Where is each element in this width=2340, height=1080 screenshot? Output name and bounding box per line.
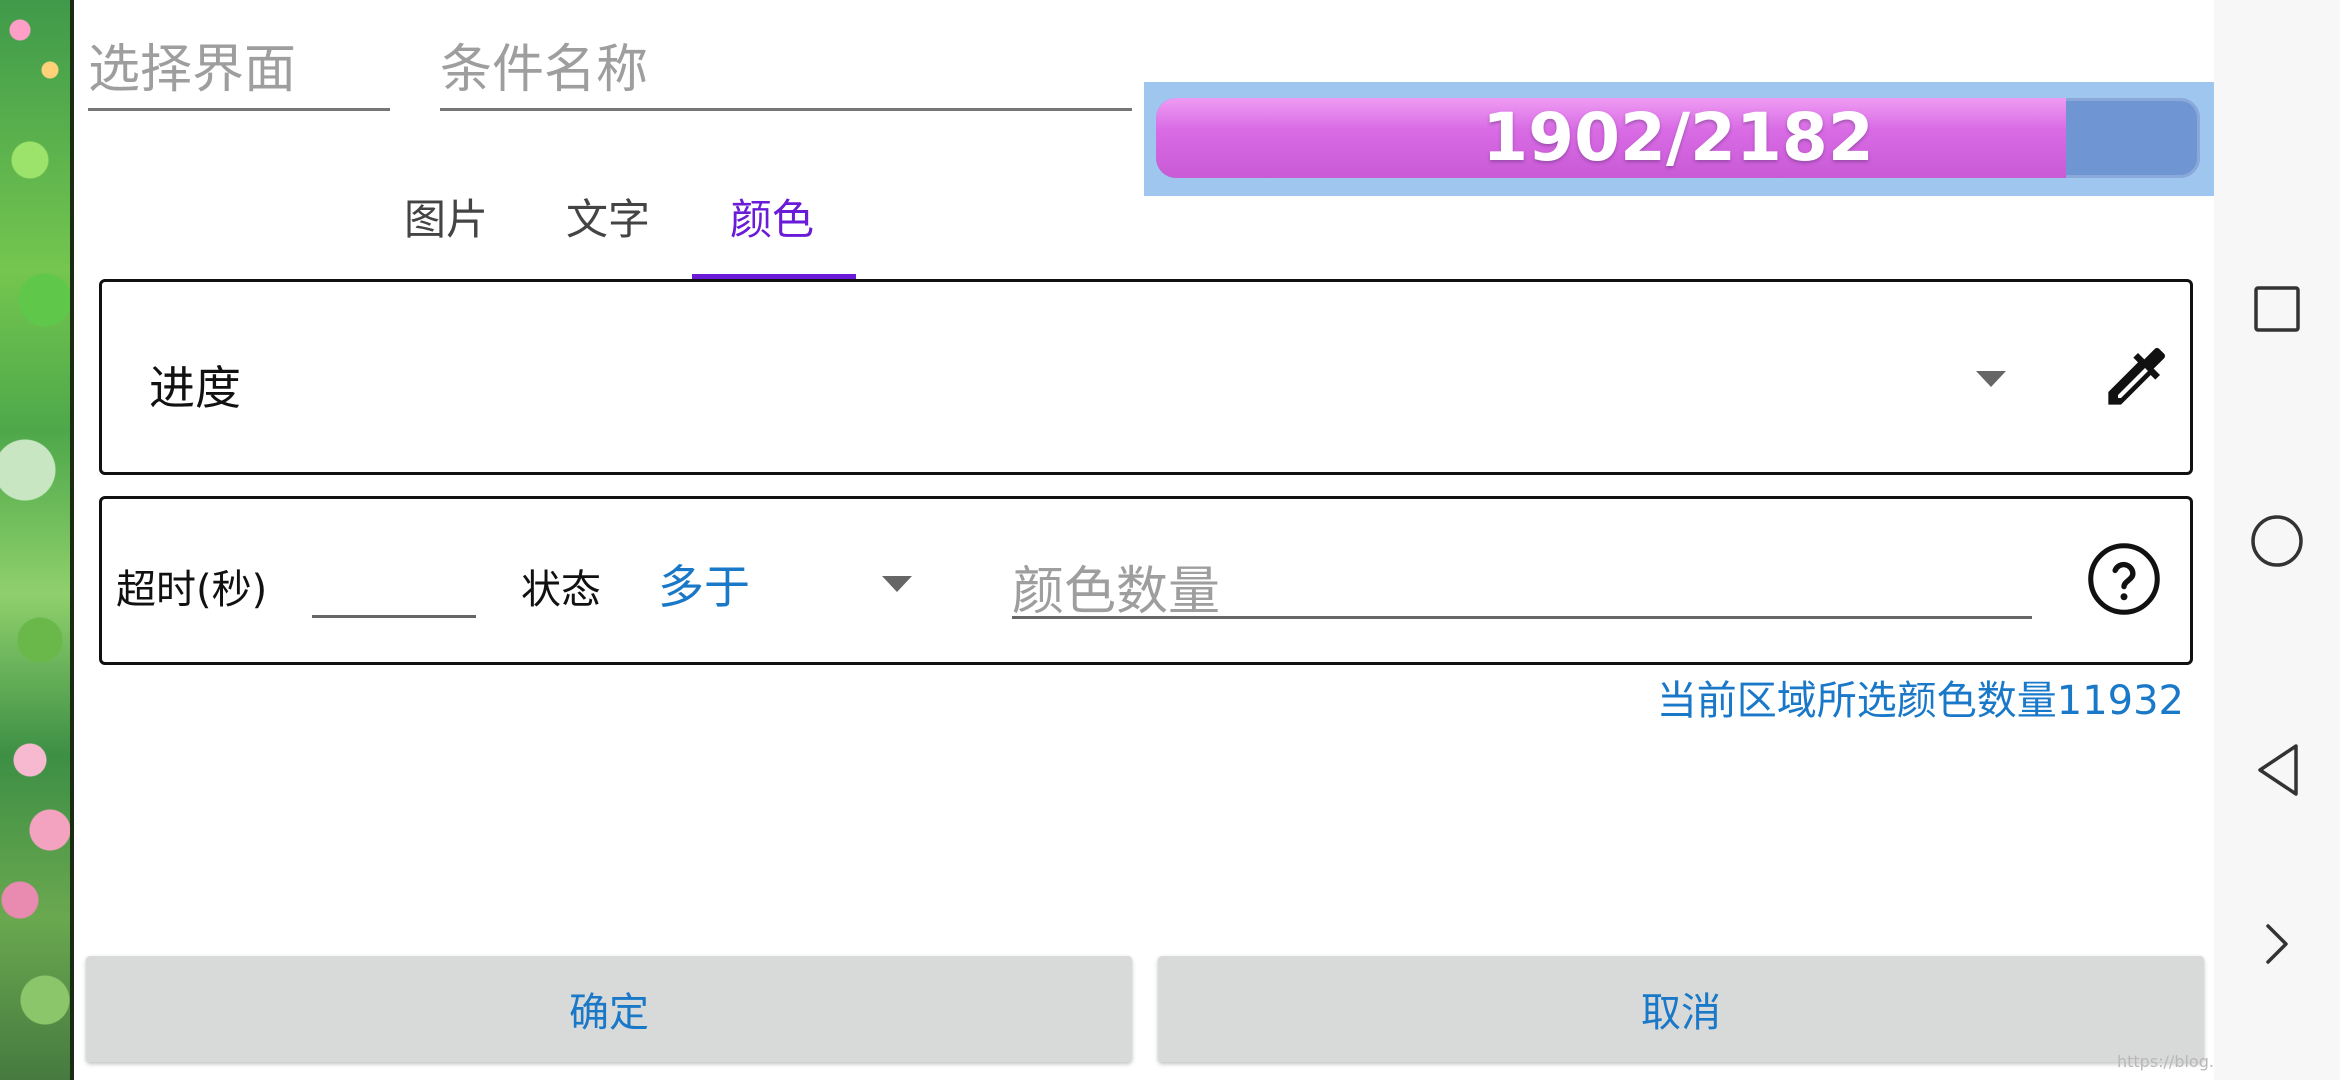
timeout-label: 超时(秒) [116, 567, 268, 613]
triangle-back-icon[interactable] [2254, 742, 2302, 798]
tab-image[interactable]: 图片 [404, 186, 488, 247]
timeout-input[interactable] [312, 539, 476, 618]
color-select-box: 进度 [99, 279, 2193, 475]
screen-select-placeholder: 选择界面 [88, 40, 297, 100]
eyedropper-icon[interactable] [2098, 338, 2178, 418]
color-count-underline [1012, 616, 2032, 619]
background-game-strip [0, 0, 74, 1080]
chevron-right-icon[interactable] [2262, 922, 2292, 966]
screen-select-underline [88, 108, 390, 111]
cancel-button[interactable]: 取消 [1158, 956, 2204, 1062]
condition-box: 超时(秒) 状态 多于 颜色数量 [99, 496, 2193, 665]
progress-text: 1902/2182 [1482, 99, 1874, 176]
system-navigation-bar [2214, 0, 2340, 1080]
selected-color-count-info: 当前区域所选颜色数量11932 [1656, 678, 2184, 724]
condition-name-underline [440, 108, 1132, 111]
state-select-value[interactable]: 多于 [658, 551, 750, 617]
tab-color[interactable]: 颜色 [730, 186, 814, 247]
capture-preview: 1902/2182 [1144, 82, 2214, 196]
confirm-button[interactable]: 确定 [86, 956, 1132, 1062]
state-label: 状态 [521, 567, 601, 613]
circle-icon[interactable] [2250, 514, 2304, 568]
square-icon[interactable] [2253, 285, 2301, 333]
state-dropdown-arrow[interactable] [882, 576, 912, 592]
color-select-value: 进度 [149, 361, 241, 415]
question-circle-icon[interactable] [2086, 541, 2162, 617]
color-select-dropdown-arrow[interactable] [1976, 371, 2006, 387]
condition-name-placeholder: 条件名称 [440, 40, 649, 100]
color-count-placeholder: 颜色数量 [1012, 562, 1221, 622]
progress-bar: 1902/2182 [1156, 98, 2200, 178]
tab-text[interactable]: 文字 [566, 186, 650, 247]
